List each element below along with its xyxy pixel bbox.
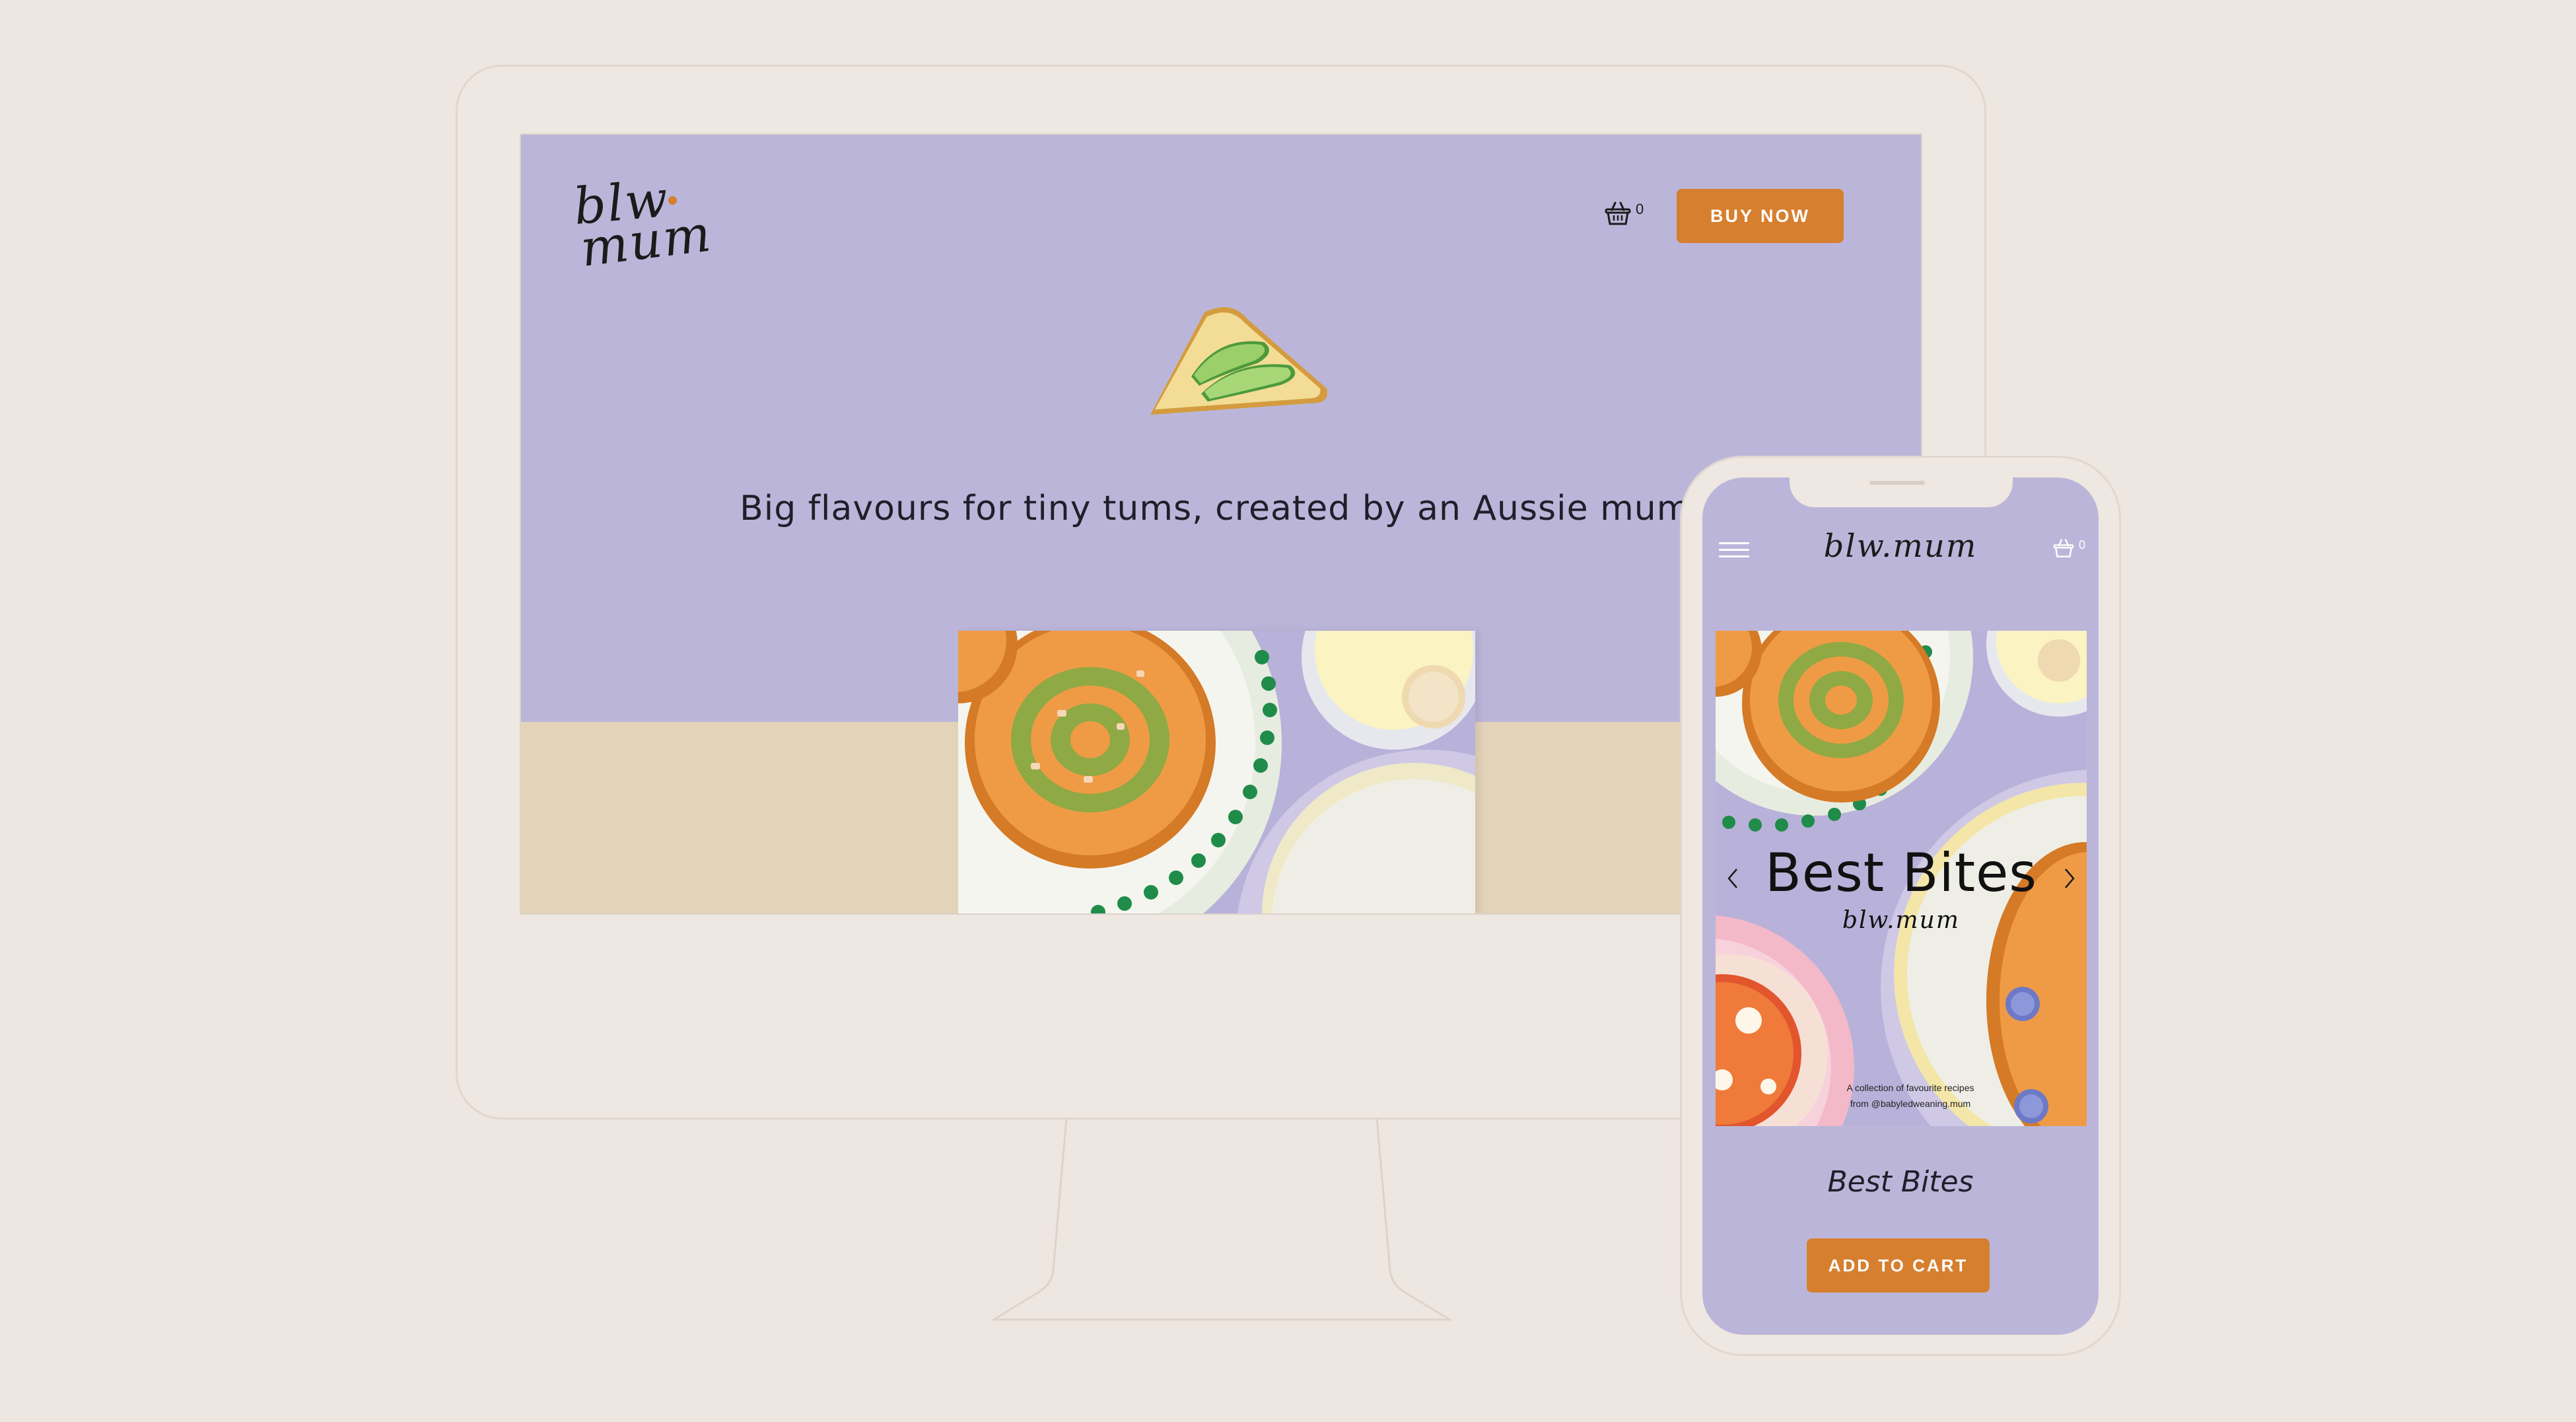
product-name: Best Bites	[1827, 1165, 1974, 1199]
add-to-cart-button[interactable]: ADD TO CART	[1807, 1238, 1990, 1293]
food-hero-image	[958, 631, 1475, 913]
product-image-carousel[interactable]: Best Bites blw.mum A collection of favou…	[1716, 631, 2087, 1126]
cover-note-line-1: A collection of favourite recipes	[1846, 1083, 1974, 1093]
phone-speaker	[1869, 481, 1925, 485]
phone-notch	[1790, 478, 2013, 507]
site-logo[interactable]: blw mum	[571, 169, 726, 283]
mobile-cart-button[interactable]: 0	[2052, 538, 2085, 558]
monitor-stand	[990, 1118, 1453, 1321]
mobile-site-logo[interactable]: blw.mum	[1821, 528, 1980, 567]
chevron-left-icon[interactable]	[1723, 865, 1743, 892]
cover-note: A collection of favourite recipes from @…	[1821, 1080, 2000, 1112]
hamburger-menu-icon[interactable]	[1719, 542, 1749, 558]
cart-count: 0	[1636, 201, 1644, 217]
basket-icon	[1605, 201, 1631, 225]
buy-now-button[interactable]: BUY NOW	[1677, 189, 1844, 243]
logo-text-bottom: mum	[577, 203, 715, 278]
cover-title: Best Bites	[1765, 842, 2037, 904]
avocado-toast-illustration	[1150, 307, 1327, 415]
basket-icon	[2053, 539, 2074, 557]
mobile-cart-count: 0	[2079, 538, 2086, 551]
cart-button[interactable]: 0	[1604, 201, 1644, 226]
chevron-right-icon[interactable]	[2059, 865, 2079, 892]
cover-logo: blw.mum	[1842, 907, 1960, 934]
cover-note-line-2: from @babyledweaning.mum	[1850, 1098, 1971, 1109]
mobile-screen: blw.mum 0 Best Bites blw.mum A collectio…	[1702, 478, 2099, 1335]
logo-dot	[668, 196, 677, 205]
